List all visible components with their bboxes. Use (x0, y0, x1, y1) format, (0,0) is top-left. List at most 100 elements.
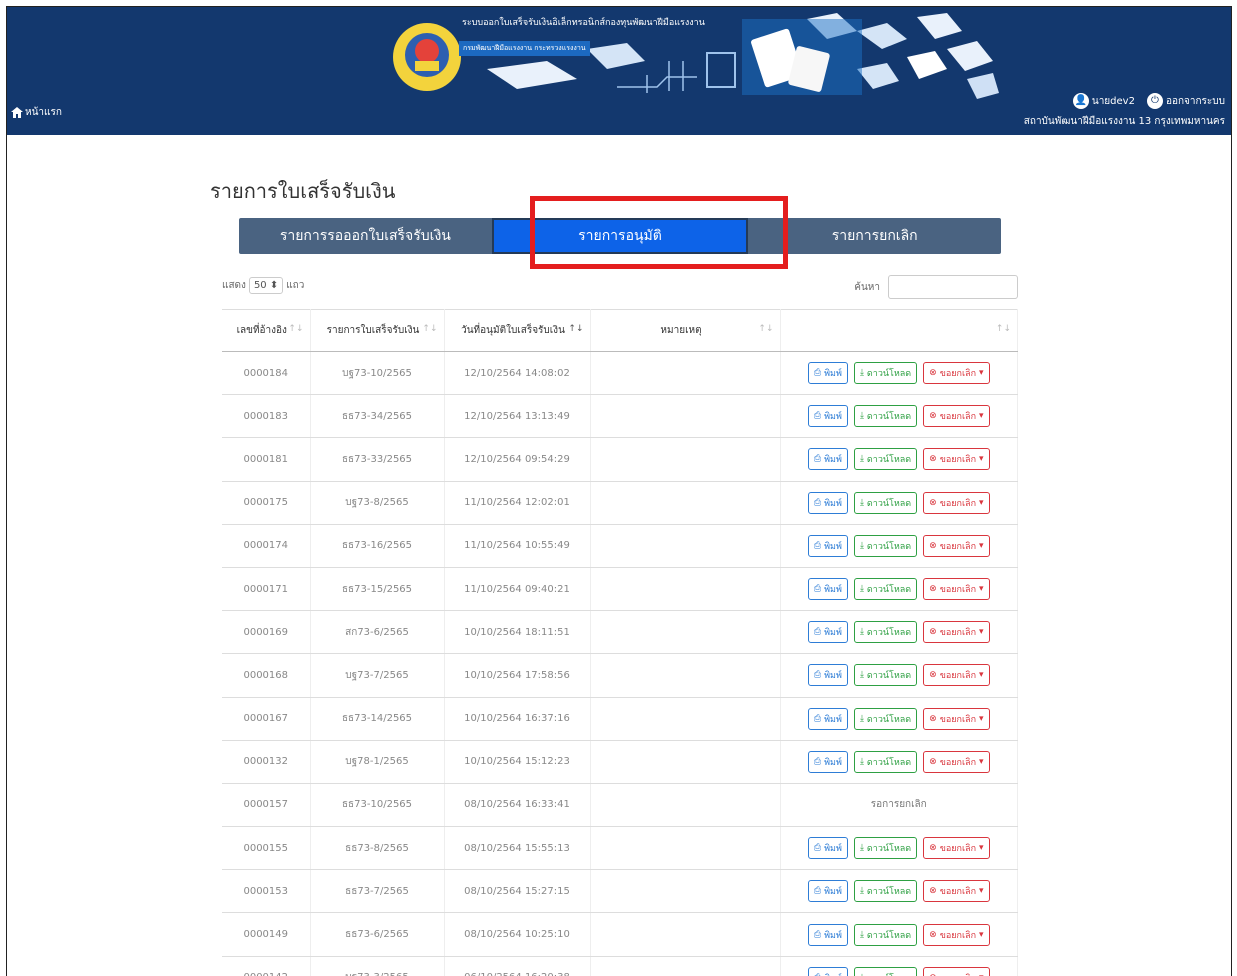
ref-cell: 0000155 (222, 826, 311, 871)
column-note[interactable]: หมายเหตุ ↑↓ (590, 309, 781, 352)
download-label: ดาวน์โหลด (866, 585, 912, 596)
logout-button[interactable]: ⏻ ออกจากระบบ (1146, 93, 1225, 109)
print-label: พิมพ์ (824, 714, 842, 725)
download-button[interactable]: ⤓ดาวน์โหลด (853, 707, 918, 730)
ref-cell: 0000149 (222, 912, 311, 957)
print-button[interactable]: ⎙พิมพ์ (807, 448, 848, 471)
printer-icon: ⎙ (813, 540, 822, 551)
column-actions[interactable]: ↑↓ (780, 309, 1018, 352)
print-button[interactable]: ⎙พิมพ์ (807, 578, 848, 601)
print-button[interactable]: ⎙พิมพ์ (807, 534, 848, 557)
column-receipt[interactable]: รายการใบเสร็จรับเงิน ↑↓ (310, 309, 445, 352)
cancel-icon: ⊗ (929, 540, 937, 551)
cancel-request-button[interactable]: ⊗ขอยกเลิก▾ (923, 880, 990, 903)
receipt-cell: ธธ73-14/2565 (310, 697, 445, 741)
print-button[interactable]: ⎙พิมพ์ (807, 966, 848, 976)
print-button[interactable]: ⎙พิมพ์ (807, 837, 848, 860)
actions-cell: ⎙พิมพ์⤓ดาวน์โหลด⊗ขอยกเลิก▾ (780, 697, 1018, 741)
cancel-request-button[interactable]: ⊗ขอยกเลิก▾ (923, 362, 990, 385)
cancel-icon: ⊗ (929, 670, 937, 681)
print-button[interactable]: ⎙พิมพ์ (807, 923, 848, 946)
cancel-request-button[interactable]: ⊗ขอยกเลิก▾ (923, 448, 990, 471)
cancel-request-button[interactable]: ⊗ขอยกเลิก▾ (923, 405, 990, 428)
column-ref[interactable]: เลขที่อ้างอิง ↑↓ (222, 309, 311, 352)
download-button[interactable]: ⤓ดาวน์โหลด (853, 923, 918, 946)
printer-icon: ⎙ (813, 929, 822, 940)
cancel-label: ขอยกเลิก (939, 455, 977, 466)
print-button[interactable]: ⎙พิมพ์ (807, 750, 848, 773)
cancel-request-button[interactable]: ⊗ขอยกเลิก▾ (923, 664, 990, 687)
date-cell: 11/10/2564 09:40:21 (444, 567, 591, 612)
cancel-request-button[interactable]: ⊗ขอยกเลิก▾ (923, 923, 990, 946)
search-label: ค้นหา (854, 281, 880, 293)
actions-cell: ⎙พิมพ์ ⤓ดาวน์โหลด ⊗ขอยกเลิก▾ (780, 956, 1018, 976)
download-button[interactable]: ⤓ดาวน์โหลด (853, 837, 918, 860)
cancel-request-button[interactable]: ⊗ขอยกเลิก▾ (923, 491, 990, 514)
download-button[interactable]: ⤓ดาวน์โหลด (853, 621, 918, 644)
download-button[interactable]: ⤓ดาวน์โหลด (853, 448, 918, 471)
download-button[interactable]: ⤓ดาวน์โหลด (853, 534, 918, 557)
print-button[interactable]: ⎙พิมพ์ (807, 621, 848, 644)
print-label: พิมพ์ (824, 585, 842, 596)
print-button[interactable]: ⎙พิมพ์ (807, 405, 848, 428)
print-button[interactable]: ⎙พิมพ์ (807, 664, 848, 687)
download-label: ดาวน์โหลด (866, 757, 912, 768)
print-label: พิมพ์ (824, 887, 842, 898)
column-date[interactable]: วันที่อนุมัติใบเสร็จรับเงิน ↑↓ (444, 309, 591, 352)
cancel-request-button[interactable]: ⊗ขอยกเลิก▾ (923, 534, 990, 557)
cancel-request-button[interactable]: ⊗ขอยกเลิก▾ (923, 578, 990, 601)
table-row: 0000153 ธธ73-7/2565 08/10/2564 15:27:15 ⎙ พิ… (222, 869, 1018, 914)
home-link[interactable]: หน้าแรก (11, 105, 62, 120)
ref-cell: 0000142 (222, 956, 311, 976)
note-cell (590, 653, 781, 698)
print-button[interactable]: ⎙พิมพ์ (807, 880, 848, 903)
receipt-cell: ธธ73-8/2565 (310, 826, 445, 871)
download-icon: ⤓ (859, 843, 864, 854)
cancel-request-button[interactable]: ⊗ขอยกเลิก▾ (923, 750, 990, 773)
tab-approved[interactable]: รายการอนุมัติ (491, 218, 749, 254)
cancel-request-button[interactable]: ⊗ขอยกเลิก▾ (923, 966, 990, 976)
printer-icon: ⎙ (813, 368, 822, 379)
receipt-cell: ธธ73-16/2565 (310, 524, 445, 568)
download-button[interactable]: ⤓ดาวน์โหลด (853, 750, 918, 773)
download-button[interactable]: ⤓ดาวน์โหลด (853, 491, 918, 514)
cancel-icon: ⊗ (929, 584, 937, 595)
date-cell: 12/10/2564 13:13:49 (444, 394, 591, 439)
print-button[interactable]: ⎙พิมพ์ (807, 707, 848, 730)
cancel-request-button[interactable]: ⊗ขอยกเลิก▾ (923, 621, 990, 644)
download-icon: ⤓ (859, 368, 864, 379)
download-button[interactable]: ⤓ดาวน์โหลด (853, 880, 918, 903)
tab-cancelled[interactable]: รายการยกเลิก (748, 218, 1001, 254)
download-button[interactable]: ⤓ดาวน์โหลด (853, 405, 918, 428)
download-icon: ⤓ (859, 713, 864, 724)
table-row: 0000132 บฐ78-1/2565 10/10/2564 15:12:23 ⎙ พิ… (222, 740, 1018, 784)
date-cell: 10/10/2564 16:37:16 (444, 697, 591, 741)
receipt-cell: สก73-6/2565 (310, 610, 445, 655)
cancel-request-button[interactable]: ⊗ขอยกเลิก▾ (923, 707, 990, 730)
ref-cell: 0000184 (222, 351, 311, 396)
cancel-request-button[interactable]: ⊗ขอยกเลิก▾ (923, 837, 990, 860)
user-menu[interactable]: 👤 นายdev2 (1072, 93, 1135, 109)
cancel-icon: ⊗ (929, 929, 937, 940)
download-icon: ⤓ (859, 454, 864, 465)
table-row: 0000181 ธธ73-33/2565 12/10/2564 09:54:29 ⎙ พ… (222, 437, 1018, 482)
printer-icon: ⎙ (813, 584, 822, 595)
actions-cell: ⎙พิมพ์⤓ดาวน์โหลด⊗ขอยกเลิก▾ (780, 610, 1018, 655)
download-button[interactable]: ⤓ดาวน์โหลด (853, 578, 918, 601)
cancel-icon: ⊗ (929, 454, 937, 465)
date-cell: 10/10/2564 17:58:56 (444, 653, 591, 698)
cancel-icon: ⊗ (929, 886, 937, 897)
print-button[interactable]: ⎙พิมพ์ (807, 491, 848, 514)
table-row: 0000168 บฐ73-7/2565 10/10/2564 17:58:56 ⎙ พิ… (222, 653, 1018, 698)
actions-cell: ⎙พิมพ์⤓ดาวน์โหลด⊗ขอยกเลิก▾ (780, 653, 1018, 698)
receipt-cell: บฐ73-3/2565 (310, 956, 445, 976)
download-button[interactable]: ⤓ดาวน์โหลด (853, 664, 918, 687)
print-button[interactable]: ⎙พิมพ์ (807, 362, 848, 385)
download-button[interactable]: ⤓ดาวน์โหลด (853, 362, 918, 385)
print-label: พิมพ์ (824, 971, 842, 976)
column-note-label: หมายเหตุ (660, 325, 702, 336)
search-input[interactable] (888, 275, 1018, 299)
page-length-select[interactable]: 50 ⬍ (248, 277, 284, 294)
download-button[interactable]: ⤓ดาวน์โหลด (853, 966, 918, 976)
tab-pending[interactable]: รายการรอออกใบเสร็จรับเงิน (239, 218, 492, 254)
